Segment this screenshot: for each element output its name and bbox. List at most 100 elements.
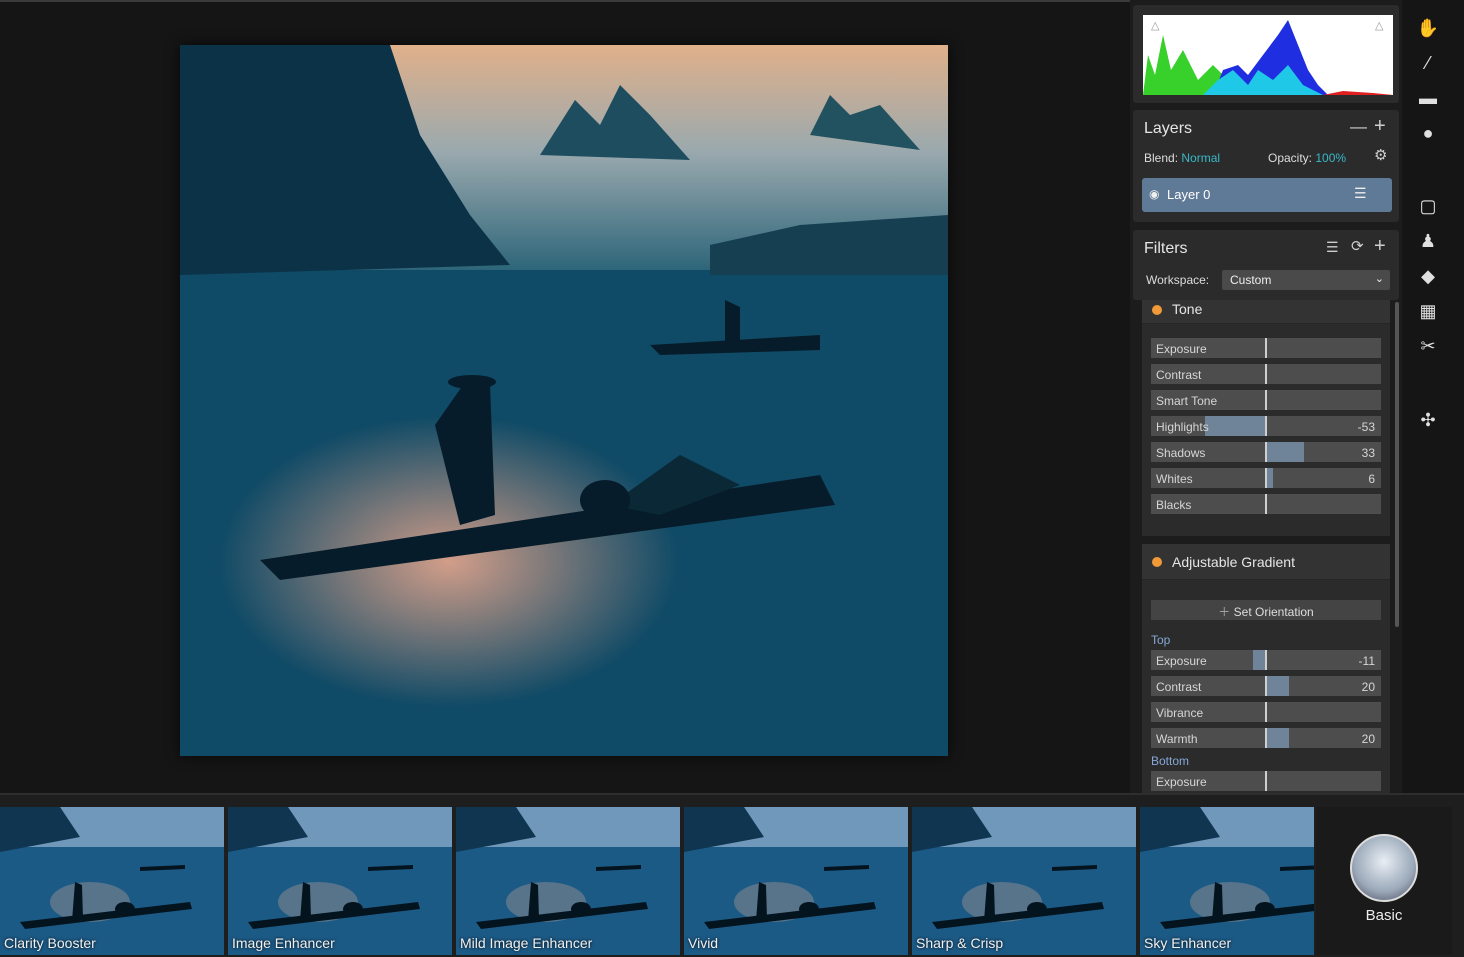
gradient-filter-header[interactable]: Adjustable Gradient [1142,544,1390,580]
slider-label: Exposure [1156,654,1207,668]
blend-mode-value[interactable]: Normal [1181,151,1220,165]
preset-thumbnail-image [912,807,1136,955]
filters-header: Filters ☰ ⟳ + Workspace: Custom ⌄ [1133,230,1399,300]
preset-image-enhancer[interactable]: Image Enhancer [228,807,452,955]
preset-mild-image-enhancer[interactable]: Mild Image Enhancer [456,807,680,955]
slider-value: -11 [1358,654,1375,668]
scrollbar[interactable] [1395,302,1399,627]
slider-exposure[interactable]: Exposure [1151,771,1381,791]
slider-exposure[interactable]: Exposure [1151,338,1381,358]
brush-icon[interactable]: ⁄ [1415,50,1441,76]
slider-handle[interactable] [1265,771,1267,791]
slider-fill [1266,468,1273,488]
slider-shadows[interactable]: Shadows 33 [1151,442,1381,462]
add-filter-icon[interactable]: + [1374,236,1386,256]
add-layer-icon[interactable]: + [1374,116,1386,136]
histogram: △ △ [1143,15,1393,95]
tone-filter-header[interactable]: Tone [1142,300,1390,324]
set-orientation-button[interactable]: ＋ Set Orientation [1151,600,1381,620]
gradient-icon[interactable]: ▬ [1415,85,1441,111]
slider-warmth[interactable]: Warmth 20 [1151,728,1381,748]
preset-thumbnail-image [456,807,680,955]
chevron-down-icon: ⌄ [1374,273,1384,285]
opacity-value[interactable]: 100% [1315,151,1346,165]
preset-thumbnail-image [1140,807,1314,955]
stamp-icon[interactable]: ♟ [1415,228,1441,254]
filter-toggle-dot[interactable] [1152,305,1162,315]
filter-list-icon[interactable]: ☰ [1326,240,1339,254]
canvas-area[interactable] [0,0,1130,793]
slider-highlights[interactable]: Highlights -53 [1151,416,1381,436]
slider-fill [1266,728,1289,748]
eraser-icon[interactable]: ◆ [1415,263,1441,289]
minimize-icon[interactable]: — [1350,118,1367,135]
slider-smart-tone[interactable]: Smart Tone [1151,390,1381,410]
slider-fill [1266,676,1289,696]
layers-panel: Layers — + Blend: Normal Opacity: 100% ⚙… [1133,110,1399,222]
slider-value: 6 [1368,472,1375,486]
crosshair-icon: ＋ [1218,605,1231,619]
slider-handle[interactable] [1265,338,1267,358]
workspace-label: Workspace: [1146,273,1210,287]
bottom-section-label: Bottom [1151,754,1190,768]
mask-icon[interactable]: ▦ [1415,298,1441,324]
set-orientation-label: Set Orientation [1233,605,1314,619]
slider-label: Contrast [1156,680,1202,694]
scissors-icon[interactable]: ✂ [1415,333,1441,359]
gradient-filter-name: Adjustable Gradient [1172,554,1295,570]
slider-value: 20 [1361,732,1375,746]
workspace-select[interactable]: Custom ⌄ [1222,270,1390,290]
preset-label: Sky Enhancer [1144,935,1232,951]
slider-handle[interactable] [1265,494,1267,514]
slider-fill [1205,416,1266,436]
radial-icon[interactable]: ● [1415,120,1441,146]
histogram-chart: △ △ [1143,20,1393,95]
preset-thumbnail-image [228,807,452,955]
slider-exposure[interactable]: Exposure -11 [1151,650,1381,670]
filter-toggle-dot[interactable] [1152,557,1162,567]
preset-vivid[interactable]: Vivid [684,807,908,955]
preset-sharp-crisp[interactable]: Sharp & Crisp [912,807,1136,955]
slider-handle[interactable] [1265,676,1267,696]
preset-thumbnail-image [684,807,908,955]
crop-icon[interactable]: ▢ [1415,193,1441,219]
slider-handle[interactable] [1265,364,1267,384]
slider-label: Vibrance [1156,706,1204,720]
slider-handle[interactable] [1265,416,1267,436]
preset-thumbnail-image [0,807,224,955]
preset-label: Clarity Booster [4,935,96,951]
slider-whites[interactable]: Whites 6 [1151,468,1381,488]
slider-handle[interactable] [1265,390,1267,410]
filters-scroll-area[interactable]: Tone Exposure Contrast Smart Tone Highlight… [1130,300,1402,793]
eye-icon[interactable]: ◉ [1149,187,1159,201]
layer-settings-icon[interactable]: ☰ [1354,185,1367,202]
gear-icon[interactable]: ⚙ [1374,148,1387,163]
slider-vibrance[interactable]: Vibrance [1151,702,1381,722]
slider-contrast[interactable]: Contrast 20 [1151,676,1381,696]
slider-handle[interactable] [1265,702,1267,722]
refresh-icon[interactable]: ⟳ [1351,239,1364,254]
slider-handle[interactable] [1265,728,1267,748]
category-image [1350,834,1418,902]
gradient-filter: Adjustable Gradient ＋ Set Orientation To… [1142,544,1390,793]
preset-filmstrip: Clarity Booster Image Enhancer Mild Image … [0,793,1464,957]
slider-contrast[interactable]: Contrast [1151,364,1381,384]
slider-label: Whites [1156,472,1193,486]
slider-handle[interactable] [1265,442,1267,462]
preset-clarity-booster[interactable]: Clarity Booster [0,807,224,955]
slider-label: Blacks [1156,498,1192,512]
preset-sky-enhancer[interactable]: Sky Enhancer [1140,807,1314,955]
slider-handle[interactable] [1265,468,1267,488]
slider-handle[interactable] [1265,650,1267,670]
opacity-label-text: Opacity: [1268,151,1313,165]
layer-item[interactable]: ◉ Layer 0 ☰ [1142,178,1392,212]
photo-preview[interactable] [180,45,948,756]
workspace-value: Custom [1230,273,1272,287]
category-tile[interactable]: Basic [1316,807,1452,955]
slider-blacks[interactable]: Blacks [1151,494,1381,514]
filters-title: Filters [1144,240,1188,257]
extensions-icon[interactable]: ✣ [1415,407,1441,433]
hand-icon[interactable]: ✋ [1415,15,1441,41]
svg-text:△: △ [1375,20,1384,32]
photo-image [180,45,948,756]
